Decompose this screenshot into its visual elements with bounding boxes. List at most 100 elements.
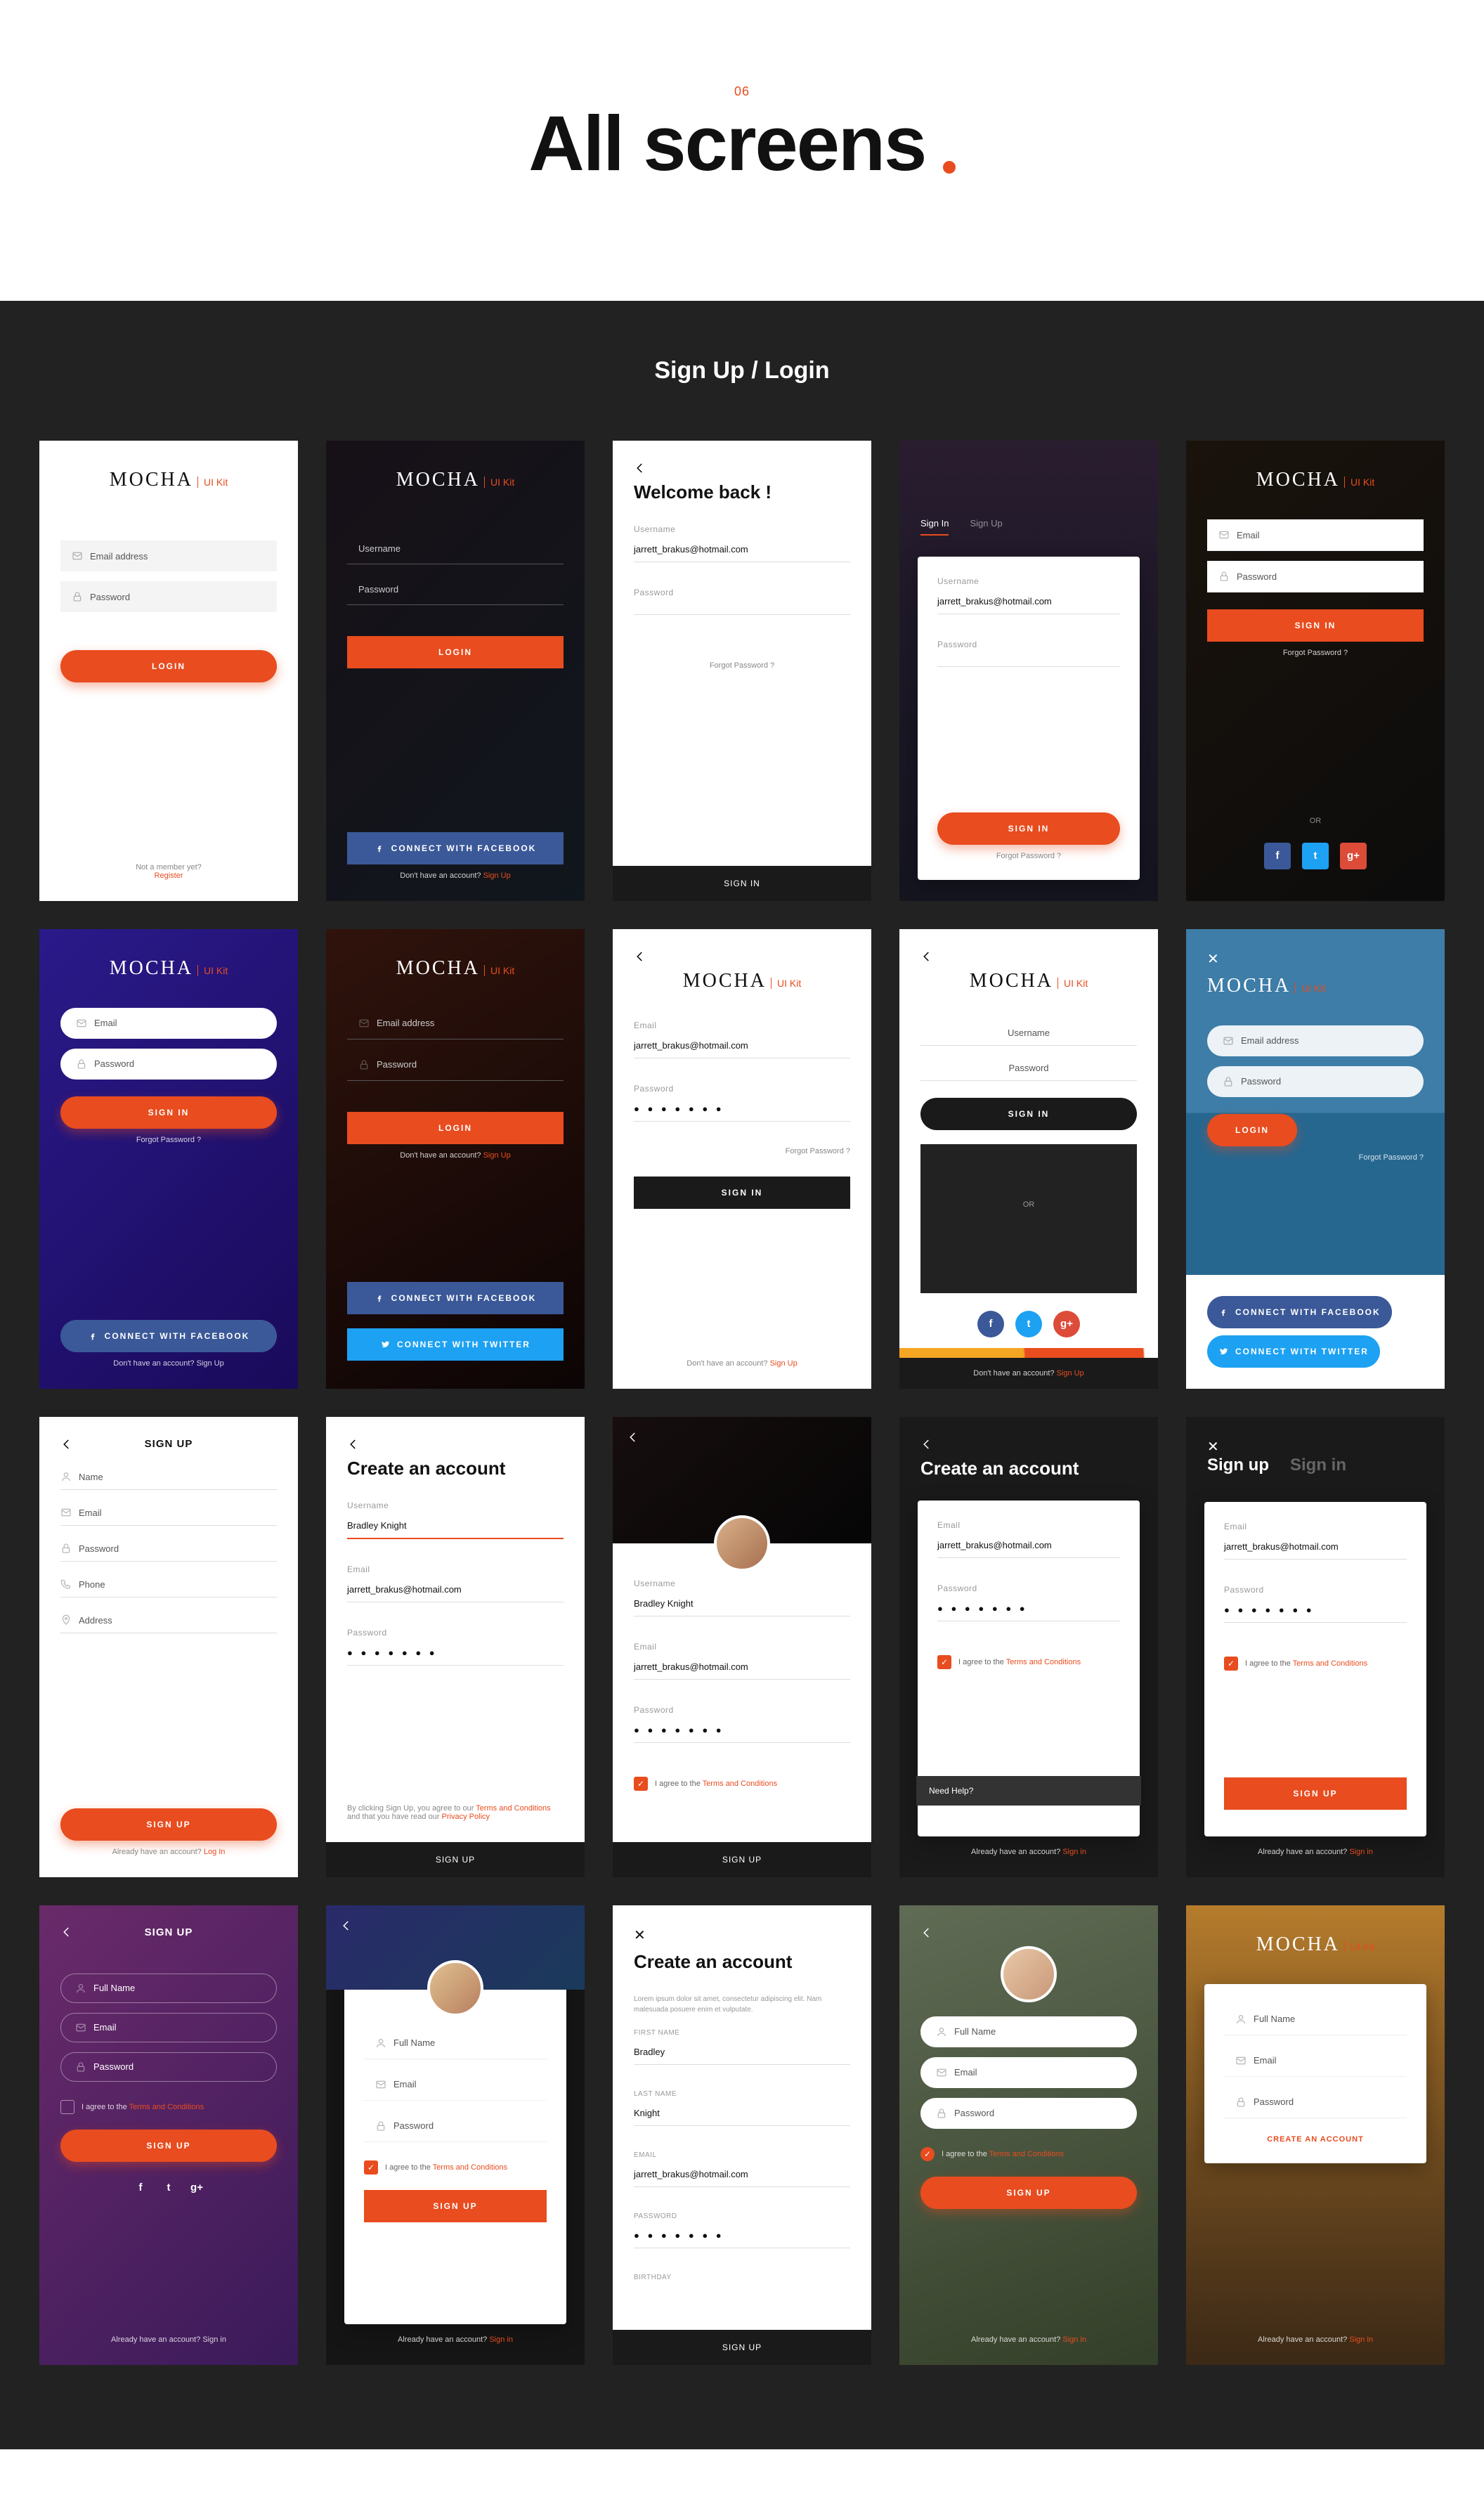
signin-link[interactable]: Sign in <box>1349 2335 1373 2344</box>
signup-button[interactable]: SIGN UP <box>1224 1777 1407 1810</box>
help-button[interactable]: Need Help? <box>916 1776 1141 1806</box>
email-field[interactable]: jarrett_brakus@hotmail.com <box>634 1654 850 1680</box>
twitter-button[interactable]: CONNECT WITH TWITTER <box>1207 1335 1380 1368</box>
forgot-link[interactable]: Forgot Password ? <box>1207 649 1424 657</box>
username-field[interactable]: Username <box>920 1020 1137 1046</box>
signin-link[interactable]: Sign in <box>489 2335 513 2344</box>
avatar[interactable] <box>427 1960 483 2016</box>
facebook-button[interactable]: f <box>977 1311 1004 1337</box>
login-button[interactable]: LOGIN <box>60 650 277 682</box>
register-link[interactable]: Register <box>155 871 183 880</box>
lastname-field[interactable]: Knight <box>634 2101 850 2126</box>
terms-checkbox[interactable]: ✓I agree to the Terms and Conditions <box>920 2147 1137 2161</box>
signup-button[interactable]: SIGN UP <box>920 2177 1137 2209</box>
login-button[interactable]: LOGIN <box>347 636 564 668</box>
facebook-button[interactable]: CONNECT WITH FACEBOOK <box>60 1320 277 1352</box>
signin-link[interactable]: Sign in <box>1349 1848 1373 1856</box>
create-account-button[interactable]: CREATE AN ACCOUNT <box>1267 2135 1364 2144</box>
password-field[interactable]: Password <box>60 581 277 612</box>
email-field[interactable]: jarrett_brakus@hotmail.com <box>937 1533 1120 1558</box>
password-field[interactable]: Password <box>1207 561 1424 592</box>
password-field[interactable]: Password <box>920 2098 1137 2129</box>
twitter-button[interactable]: t <box>1015 1311 1042 1337</box>
fullname-field[interactable]: Full Name <box>364 2028 547 2059</box>
password-field[interactable]: ● ● ● ● ● ● ● <box>1224 1598 1407 1623</box>
password-field[interactable]: Password <box>920 1056 1137 1081</box>
signup-link[interactable]: Sign Up <box>1057 1369 1084 1378</box>
fullname-field[interactable]: Full Name <box>60 1974 277 2003</box>
facebook-button[interactable]: CONNECT WITH FACEBOOK <box>1207 1296 1392 1328</box>
firstname-field[interactable]: Bradley <box>634 2040 850 2065</box>
close-icon[interactable]: ✕ <box>1207 950 1424 968</box>
email-field[interactable]: Email address <box>347 1008 564 1039</box>
signin-link[interactable]: Sign in <box>1062 2335 1086 2344</box>
login-button[interactable]: LOGIN <box>1207 1114 1297 1146</box>
signup-tab[interactable]: Sign Up <box>970 518 1002 536</box>
email-field[interactable]: jarrett_brakus@hotmail.com <box>1224 1534 1407 1560</box>
signin-link[interactable]: Sign in <box>1062 1848 1086 1856</box>
back-icon[interactable] <box>60 1926 73 1938</box>
terms-checkbox[interactable]: ✓I agree to the Terms and Conditions <box>634 1777 850 1791</box>
password-field[interactable]: Password <box>364 2111 547 2142</box>
back-icon[interactable] <box>920 1926 933 1939</box>
signup-link[interactable]: Sign Up <box>483 1151 511 1160</box>
forgot-link[interactable]: Forgot Password ? <box>937 852 1120 860</box>
twitter-icon[interactable]: t <box>160 2179 177 2196</box>
back-icon[interactable] <box>920 1438 933 1451</box>
password-field[interactable]: Password <box>60 2052 277 2082</box>
email-field[interactable]: jarrett_brakus@hotmail.com <box>347 1577 564 1602</box>
password-field[interactable]: Password <box>347 574 564 605</box>
signup-button[interactable]: SIGN UP <box>613 1842 871 1877</box>
forgot-link[interactable]: Forgot Password ? <box>634 661 850 670</box>
email-field[interactable]: Email <box>364 2069 547 2101</box>
signup-link[interactable]: Sign Up <box>770 1359 798 1368</box>
password-field[interactable]: Password <box>1207 1066 1424 1097</box>
back-icon[interactable] <box>60 1438 73 1451</box>
email-field[interactable]: Email <box>1224 2045 1407 2077</box>
email-field[interactable]: Email address <box>60 540 277 571</box>
signup-link[interactable]: Sign Up <box>197 1359 224 1368</box>
username-field[interactable]: jarrett_brakus@hotmail.com <box>634 537 850 562</box>
signup-button[interactable]: SIGN UP <box>613 2330 871 2365</box>
terms-checkbox[interactable]: ✓I agree to the Terms and Conditions <box>1224 1657 1407 1671</box>
google-button[interactable]: g+ <box>1053 1311 1080 1337</box>
username-field[interactable]: Username <box>347 533 564 564</box>
signup-button[interactable]: SIGN UP <box>364 2190 547 2222</box>
password-field[interactable]: Password <box>60 1536 277 1562</box>
back-icon[interactable] <box>340 1919 353 1932</box>
avatar[interactable] <box>714 1515 770 1571</box>
forgot-link[interactable]: Forgot Password ? <box>60 1136 277 1144</box>
password-field[interactable]: ● ● ● ● ● ● ● <box>937 1596 1120 1621</box>
signin-tab[interactable]: Sign In <box>920 518 949 536</box>
terms-checkbox[interactable]: ✓I agree to the Terms and Conditions <box>937 1655 1120 1669</box>
fullname-field[interactable]: Full Name <box>920 2016 1137 2047</box>
password-field[interactable] <box>937 652 1120 667</box>
address-field[interactable]: Address <box>60 1607 277 1633</box>
forgot-link[interactable]: Forgot Password ? <box>1207 1153 1424 1162</box>
forgot-link[interactable]: Forgot Password ? <box>634 1147 850 1155</box>
twitter-button[interactable]: t <box>1302 843 1329 869</box>
username-field[interactable]: Bradley Knight <box>634 1591 850 1616</box>
signup-button[interactable]: SIGN UP <box>60 1808 277 1841</box>
signin-link[interactable]: Sign in <box>202 2335 226 2344</box>
password-field[interactable] <box>634 600 850 615</box>
terms-checkbox[interactable]: I agree to the Terms and Conditions <box>60 2100 277 2114</box>
password-field[interactable]: Password <box>1224 2087 1407 2118</box>
username-field[interactable]: Bradley Knight <box>347 1513 564 1539</box>
close-icon[interactable]: ✕ <box>634 1926 850 1944</box>
signup-button[interactable]: SIGN UP <box>326 1842 585 1877</box>
google-button[interactable]: g+ <box>1340 843 1367 869</box>
back-icon[interactable] <box>634 950 646 963</box>
twitter-button[interactable]: CONNECT WITH TWITTER <box>347 1328 564 1361</box>
email-field[interactable]: jarrett_brakus@hotmail.com <box>634 1033 850 1058</box>
facebook-button[interactable]: CONNECT WITH FACEBOOK <box>347 1282 564 1314</box>
login-link[interactable]: Log In <box>204 1848 226 1856</box>
login-button[interactable]: LOGIN <box>347 1112 564 1144</box>
avatar[interactable] <box>1001 1946 1057 2002</box>
email-field[interactable]: Email <box>60 1500 277 1526</box>
signin-tab[interactable]: Sign in <box>1290 1456 1346 1481</box>
signin-button[interactable]: SIGN IN <box>1207 609 1424 642</box>
name-field[interactable]: Name <box>60 1464 277 1490</box>
phone-field[interactable]: Phone <box>60 1571 277 1598</box>
google-icon[interactable]: g+ <box>188 2179 205 2196</box>
